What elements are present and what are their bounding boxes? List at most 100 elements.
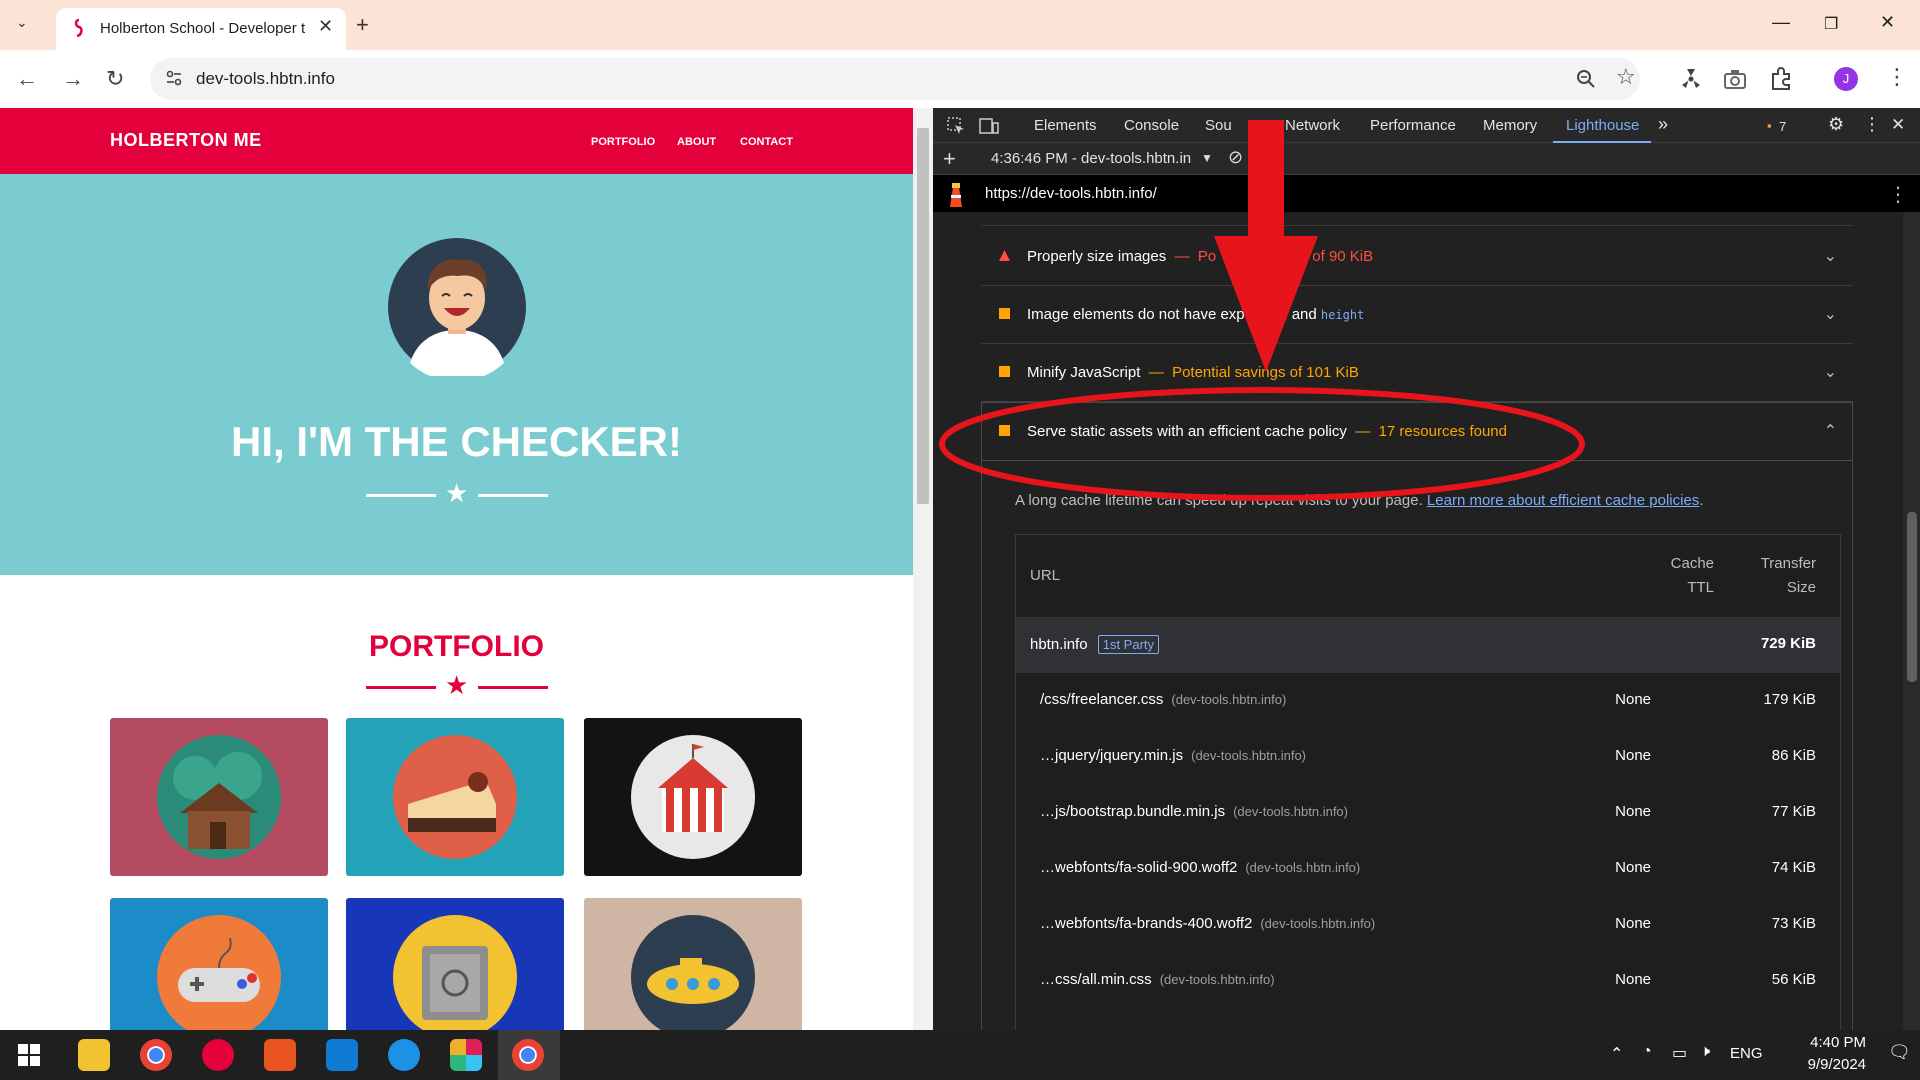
zoom-icon[interactable] (1576, 69, 1596, 89)
expand-chevron-icon[interactable]: ⌄ (1824, 246, 1837, 266)
col-header-size-1: Transfer (1760, 555, 1816, 572)
windows-start-icon[interactable] (18, 1044, 40, 1066)
table-row[interactable]: …jquery/jquery.min.js (dev-tools.hbtn.inf… (1016, 729, 1840, 785)
issues-count[interactable]: 7 (1779, 119, 1786, 134)
portfolio-item-gamepad[interactable] (110, 898, 328, 1030)
resource-ttl: None (1615, 803, 1651, 820)
table-row[interactable]: …webfonts/fa-brands-400.woff2 (dev-tools.… (1016, 897, 1840, 953)
battery-icon[interactable]: ▭ (1672, 1043, 1687, 1063)
resource-url[interactable]: …jquery/jquery.min.js (dev-tools.hbtn.inf… (1040, 747, 1306, 764)
tab-search-chevron-icon[interactable]: ⌄ (16, 14, 28, 31)
resource-url[interactable]: …webfonts/fa-solid-900.woff2 (dev-tools.h… (1040, 859, 1360, 876)
vscode-icon[interactable] (326, 1039, 358, 1071)
profile-avatar[interactable]: J (1834, 67, 1858, 91)
ubuntu-icon[interactable] (264, 1039, 296, 1071)
clock-date[interactable]: 9/9/2024 (1776, 1056, 1866, 1073)
restore-icon[interactable]: ❐ (1824, 14, 1838, 34)
portfolio-item-submarine[interactable] (584, 898, 802, 1030)
audit-efficient-cache-policy[interactable]: Serve static assets with an efficient ca… (981, 403, 1853, 461)
tab-console[interactable]: Console (1124, 117, 1179, 134)
tab-elements[interactable]: Elements (1034, 117, 1097, 134)
resource-url[interactable]: …webfonts/fa-brands-400.woff2 (dev-tools.… (1040, 915, 1375, 932)
site-info-icon[interactable] (164, 68, 184, 88)
address-url: dev-tools.hbtn.info (196, 69, 335, 88)
tab-lighthouse[interactable]: Lighthouse (1566, 117, 1639, 134)
devtools-settings-gear-icon[interactable]: ⚙ (1828, 114, 1844, 135)
clock-time[interactable]: 4:40 PM (1776, 1034, 1866, 1051)
lighthouse-url-bar: https://dev-tools.hbtn.info/ ⋮ (933, 175, 1920, 212)
chrome-menu-icon[interactable]: ⋮ (1886, 64, 1908, 90)
devtools-scrollbar[interactable] (1903, 212, 1920, 1030)
forward-icon[interactable]: → (62, 66, 84, 92)
address-bar[interactable]: dev-tools.hbtn.info ☆ (150, 58, 1640, 100)
audit-minify-javascript[interactable]: Minify JavaScript — Potential savings of… (981, 344, 1853, 402)
issues-icon[interactable]: ▪ (1767, 118, 1772, 133)
portfolio-item-circus[interactable] (584, 718, 802, 876)
audit-image-explicit-dimensions[interactable]: Image elements do not have exp idth and h… (981, 286, 1853, 344)
site-brand[interactable]: HOLBERTON ME (110, 130, 262, 151)
file-explorer-icon[interactable] (78, 1039, 110, 1071)
volume-muted-icon[interactable]: 🕨 (1700, 1043, 1710, 1061)
resource-url[interactable]: /css/freelancer.css (dev-tools.hbtn.info) (1040, 691, 1286, 708)
collapse-chevron-icon[interactable]: ⌃ (1824, 421, 1837, 441)
lighthouse-report: Properly size images — Po gs of 90 KiB ⌄ … (933, 212, 1903, 1030)
bookmark-star-icon[interactable]: ☆ (1616, 64, 1636, 90)
table-row[interactable]: …js/bootstrap.bundle.min.js (dev-tools.hb… (1016, 785, 1840, 841)
clear-reports-icon[interactable]: ⊘ (1228, 147, 1243, 168)
table-row[interactable]: …css/all.min.css (dev-tools.hbtn.info) No… (1016, 953, 1840, 1009)
expand-chevron-icon[interactable]: ⌄ (1824, 304, 1837, 324)
page-scrollbar[interactable] (913, 108, 933, 1030)
input-language[interactable]: ENG (1730, 1045, 1763, 1062)
table-row[interactable]: …webfonts/fa-solid-900.woff2 (dev-tools.h… (1016, 841, 1840, 897)
report-selector[interactable]: 4:36:46 PM - dev-tools.hbtn.in (991, 150, 1191, 167)
tab-performance[interactable]: Performance (1370, 117, 1456, 134)
notification-center-icon[interactable]: 🗨 (1888, 1042, 1911, 1063)
tab-close-icon[interactable]: ✕ (318, 16, 333, 37)
nav-link-about[interactable]: ABOUT (677, 136, 716, 148)
new-tab-button[interactable]: + (356, 12, 369, 38)
reload-icon[interactable]: ↻ (106, 66, 124, 92)
extensions-puzzle-icon[interactable] (1768, 66, 1794, 92)
nav-link-portfolio[interactable]: PORTFOLIO (591, 136, 655, 148)
browser-tab-strip: ⌄ Holberton School - Developer t ✕ + — ❐… (0, 0, 1920, 50)
docker-icon[interactable] (388, 1039, 420, 1071)
chrome-icon[interactable] (140, 1039, 172, 1071)
device-toolbar-icon[interactable] (979, 117, 999, 135)
learn-more-link[interactable]: Learn more about efficient cache policie… (1427, 492, 1699, 509)
tab-network[interactable]: Network (1285, 117, 1340, 134)
slack-icon[interactable] (450, 1039, 482, 1071)
more-tabs-icon[interactable]: » (1658, 114, 1668, 135)
audit-properly-size-images[interactable]: Properly size images — Po gs of 90 KiB ⌄ (981, 228, 1853, 286)
github-desktop-icon[interactable] (202, 1039, 234, 1071)
table-row[interactable]: /css/freelancer.css (dev-tools.hbtn.info)… (1016, 673, 1840, 729)
tray-overflow-chevron-icon[interactable]: ⌃ (1610, 1044, 1623, 1064)
nav-link-contact[interactable]: CONTACT (740, 136, 793, 148)
expand-chevron-icon[interactable]: ⌄ (1824, 362, 1837, 382)
portfolio-item-safe[interactable] (346, 898, 564, 1030)
tab-memory[interactable]: Memory (1483, 117, 1537, 134)
minimize-icon[interactable]: — (1772, 12, 1790, 33)
devtools-close-icon[interactable]: ✕ (1891, 115, 1905, 135)
back-icon[interactable]: ← (16, 66, 38, 92)
report-menu-icon[interactable]: ⋮ (1888, 182, 1908, 207)
extension-fan-icon[interactable] (1678, 66, 1704, 92)
new-report-plus-icon[interactable]: + (943, 146, 956, 172)
devtools-scrollbar-thumb[interactable] (1907, 512, 1917, 682)
resource-url[interactable]: …css/all.min.css (dev-tools.hbtn.info) (1040, 971, 1275, 988)
page-scrollbar-thumb[interactable] (917, 128, 929, 504)
portfolio-item-cabin[interactable] (110, 718, 328, 876)
network-icon[interactable]: ◔ (1642, 1043, 1652, 1061)
portfolio-item-cake[interactable] (346, 718, 564, 876)
report-dropdown-icon[interactable]: ▼ (1201, 151, 1213, 165)
resource-url[interactable]: …js/bootstrap.bundle.min.js (dev-tools.hb… (1040, 803, 1348, 820)
resource-ttl: None (1615, 915, 1651, 932)
screenshot-camera-icon[interactable] (1722, 66, 1748, 92)
chrome-profile-icon[interactable] (512, 1039, 544, 1071)
tab-sources[interactable]: Sou (1205, 117, 1232, 134)
window-close-icon[interactable]: ✕ (1880, 12, 1895, 33)
devtools-menu-icon[interactable]: ⋮ (1863, 114, 1881, 135)
browser-tab[interactable]: Holberton School - Developer t ✕ (56, 8, 346, 50)
average-square-icon (999, 308, 1010, 319)
inspect-element-icon[interactable] (947, 117, 965, 135)
submarine-icon (631, 915, 755, 1030)
